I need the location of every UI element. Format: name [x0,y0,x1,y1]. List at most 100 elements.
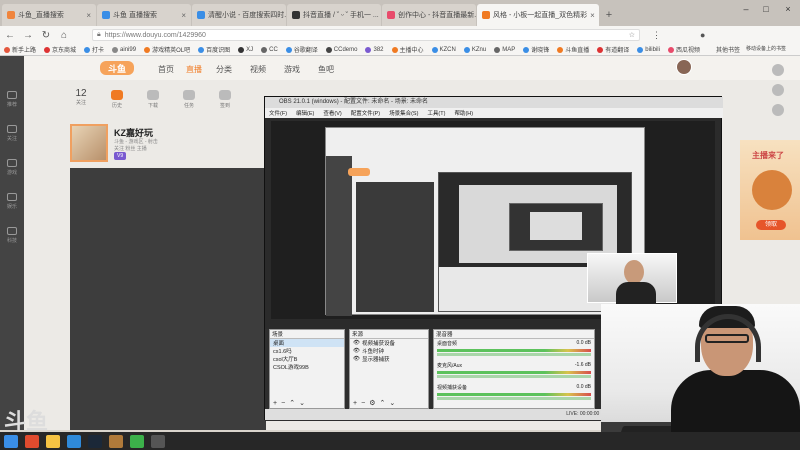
add-icon[interactable]: + [353,400,357,407]
volume-slider[interactable] [437,353,591,356]
rail-item[interactable]: 关注 [0,120,24,146]
mobile-bookmarks[interactable]: 移动设备上的书签 [746,45,786,52]
bookmark-item[interactable]: bilibili [637,46,660,53]
tab-close-icon[interactable]: × [86,11,91,20]
bookmark-item[interactable]: 斗鱼直播 [557,45,589,54]
up-icon[interactable]: ⌃ [379,399,385,407]
subnav-download[interactable]: 下载 [142,86,164,118]
up-icon[interactable]: ⌃ [289,399,295,407]
nav-live[interactable]: 直播 [186,64,202,75]
menu-file[interactable]: 文件(F) [269,109,287,117]
bookmark-item[interactable]: 游戏精英OL吧 [144,45,190,54]
subnav-history[interactable]: 历史 [106,86,128,118]
bookmark-item[interactable]: 谢晓锋 [523,45,549,54]
menu-tools[interactable]: 工具(T) [427,109,445,117]
folder-icon[interactable] [46,434,60,448]
bookmark-item[interactable]: 谷歌翻译 [285,45,318,54]
back-icon[interactable]: ← [4,30,16,41]
nav-home[interactable]: 首页 [158,64,174,75]
other-bookmarks[interactable]: 其他书签 [716,45,740,54]
obs-icon[interactable] [151,434,165,448]
bookmark-item[interactable]: 新手上路 [4,45,36,54]
obs-titlebar[interactable]: OBS 21.0.1 (windows) - 配置文件: 未命名 - 场景: 未… [265,97,723,108]
eye-icon[interactable]: 👁︎ [353,348,360,354]
rail-item[interactable]: 推荐 [0,86,24,112]
bookmark-item[interactable]: 京东商城 [44,45,76,54]
site-logo[interactable]: 斗鱼 [100,61,134,75]
bookmark-item[interactable]: CCdemo [325,46,357,53]
home-icon[interactable]: ⌂ [58,30,70,41]
browser-tab-active[interactable]: 风格 - 小板一起直播_双色精彩 × [477,4,599,26]
browser-tab[interactable]: 创作中心 - 抖音直播最新...× [382,4,476,26]
star-icon[interactable]: ☆ [629,31,635,39]
game-icon[interactable] [109,434,123,448]
start-icon[interactable] [4,434,18,448]
add-icon[interactable]: + [273,400,277,407]
user-avatar[interactable] [676,59,692,75]
source-item[interactable]: 👁︎ 视频捕获设备 [350,339,428,347]
forward-icon[interactable]: → [22,30,34,41]
browser-taskbar-icon[interactable] [25,434,39,448]
settings-icon[interactable]: ⚙︎ [369,399,375,407]
minimize-icon[interactable]: – [736,0,756,18]
bookmark-item[interactable]: 西瓜视频 [667,45,700,54]
browser-tab[interactable]: 清醒小说 - 百度搜索四时...× [192,4,286,26]
menu-view[interactable]: 查看(V) [323,109,341,117]
menu-help[interactable]: 帮助(H) [454,109,473,117]
nav-video[interactable]: 视频 [250,64,266,75]
mobile-icon[interactable] [772,104,784,116]
tab-close-icon[interactable]: × [181,11,186,20]
tab-close-icon[interactable]: × [590,11,595,20]
remove-icon[interactable]: − [361,400,365,407]
reload-icon[interactable]: ↻ [40,30,52,41]
address-bar[interactable]: 🔒︎ https://www.douyu.com/1429960 ☆ [92,29,640,41]
nav-fishbar[interactable]: 鱼吧 [318,64,334,75]
menu-edit[interactable]: 编辑(E) [296,109,314,117]
obs-preview[interactable] [271,121,715,319]
maximize-icon[interactable]: □ [756,0,776,18]
nav-category[interactable]: 分类 [216,64,232,75]
steam-icon[interactable] [88,434,102,448]
remove-icon[interactable]: − [281,400,285,407]
menu-scene-collection[interactable]: 场景集合(S) [389,109,418,117]
message-icon[interactable] [772,64,784,76]
wechat-icon[interactable] [130,434,144,448]
close-window-icon[interactable]: × [778,0,798,18]
subnav-task[interactable]: 任务 [178,86,200,118]
new-tab-button[interactable]: + [600,4,618,26]
subnav-follow[interactable]: 12 关注 [70,86,92,118]
volume-slider[interactable] [437,375,591,378]
source-item[interactable]: 👁︎ 显示器捕获 [350,355,428,363]
source-item[interactable]: 👁︎ 斗鱼时钟 [350,347,428,355]
browser-tab[interactable]: 斗鱼_直播搜索 × [2,4,96,26]
rail-item[interactable]: 娱乐 [0,188,24,214]
menu-profile[interactable]: 配置文件(P) [351,109,380,117]
bookmark-item[interactable]: CC [261,46,278,53]
browser-tab[interactable]: 抖音直播 / ˘ ᵕ ˘ 手机一 ...× [287,4,381,26]
bookmark-item[interactable]: KZCN [431,46,456,53]
down-icon[interactable]: ⌄ [389,399,395,407]
extensions-icon[interactable]: ⋮ [652,30,661,41]
nav-game[interactable]: 游戏 [284,64,300,75]
eye-icon[interactable]: 👁︎ [353,356,360,362]
eye-icon[interactable]: 👁︎ [353,340,360,346]
bookmark-item[interactable]: aini99 [112,46,136,53]
scene-item[interactable]: cs1.6吗 [270,347,344,355]
scene-item[interactable]: CSOL游戏99B [270,363,344,371]
rail-item[interactable]: 科技 [0,222,24,248]
promo-button[interactable]: 领取 [756,220,786,230]
bookmark-item[interactable]: 打卡 [84,45,104,54]
rail-item[interactable]: 游戏 [0,154,24,180]
subnav-checkin[interactable]: 签到 [214,86,236,118]
bookmark-item[interactable]: 百度识图 [198,45,230,54]
bookmark-item[interactable]: XJ [238,46,253,53]
down-icon[interactable]: ⌄ [299,399,305,407]
video-player[interactable] [70,168,266,430]
bookmark-item[interactable]: 有道翻译 [597,45,629,54]
bookmark-item[interactable]: 主播中心 [391,45,424,54]
bookmark-item[interactable]: KZnu [463,46,486,53]
streamer-avatar[interactable] [70,124,108,162]
notification-icon[interactable] [772,84,784,96]
scene-item[interactable]: 桌面 [270,339,344,347]
bookmark-item[interactable]: MAP [494,46,515,53]
